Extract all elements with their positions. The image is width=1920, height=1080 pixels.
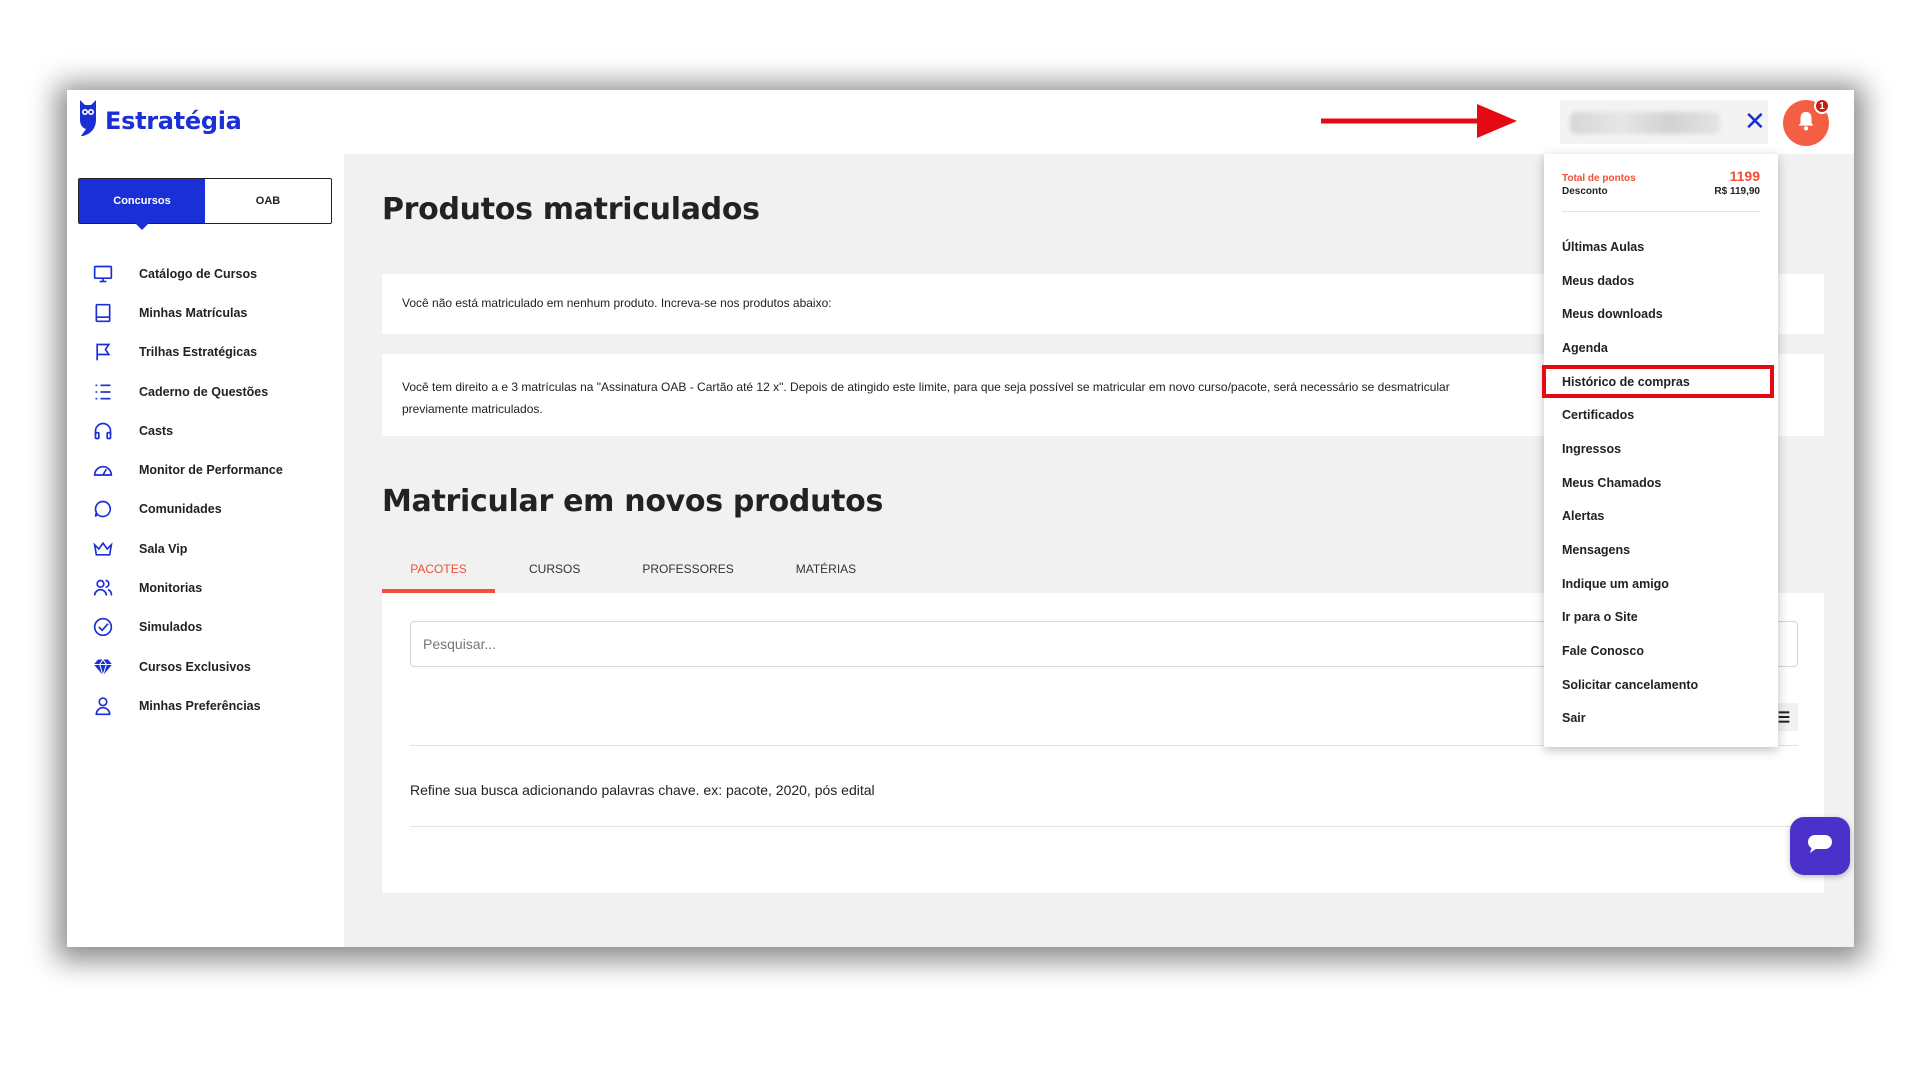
sidebar-item-label: Trilhas Estratégicas bbox=[139, 345, 258, 360]
sidebar: Concursos OAB Catálogo de Cursos Minhas … bbox=[67, 154, 344, 947]
sidebar-item-label: Cursos Exclusivos bbox=[139, 659, 251, 674]
menu-item-sair[interactable]: Sair bbox=[1544, 702, 1778, 736]
sidebar-item-label: Monitorias bbox=[139, 581, 203, 596]
sidebar-item-label: Casts bbox=[139, 423, 174, 438]
product-tabs: PACOTES CURSOS PROFESSORES MATÉRIAS bbox=[382, 549, 890, 593]
page-title: Produtos matriculados bbox=[382, 192, 760, 227]
crown-icon bbox=[91, 537, 115, 561]
menu-item-indique-um-amigo[interactable]: Indique um amigo bbox=[1544, 567, 1778, 601]
segment-concursos[interactable]: Concursos bbox=[79, 179, 205, 230]
logo-text: Estratégia bbox=[105, 106, 242, 135]
dropdown-items: Últimas Aulas Meus dados Meus downloads … bbox=[1542, 230, 1778, 736]
menu-item-certificados[interactable]: Certificados bbox=[1544, 398, 1778, 432]
sidebar-item-label: Comunidades bbox=[139, 502, 222, 517]
sidebar-item-catalogo[interactable]: Catálogo de Cursos bbox=[91, 254, 283, 293]
check-circle-icon bbox=[91, 615, 115, 639]
list-icon bbox=[91, 380, 115, 404]
sidebar-item-monitorias[interactable]: Monitorias bbox=[91, 568, 283, 607]
sidebar-item-simulados[interactable]: Simulados bbox=[91, 608, 283, 647]
sidebar-nav: Catálogo de Cursos Minhas Matrículas Tri… bbox=[91, 254, 283, 726]
menu-item-historico-de-compras[interactable]: Histórico de compras bbox=[1542, 364, 1774, 399]
bell-icon bbox=[1795, 110, 1817, 137]
points-label: Total de pontos bbox=[1562, 173, 1636, 184]
headphones-icon bbox=[91, 419, 115, 443]
annotation-arrow-icon bbox=[1319, 100, 1519, 147]
sidebar-item-label: Simulados bbox=[139, 620, 203, 635]
menu-item-ingressos[interactable]: Ingressos bbox=[1544, 432, 1778, 466]
book-icon bbox=[91, 301, 115, 325]
sidebar-item-label: Monitor de Performance bbox=[139, 463, 283, 478]
menu-item-meus-dados[interactable]: Meus dados bbox=[1544, 264, 1778, 298]
menu-item-ultimas-aulas[interactable]: Últimas Aulas bbox=[1544, 230, 1778, 264]
flag-icon bbox=[91, 340, 115, 364]
diamond-icon bbox=[91, 655, 115, 679]
sidebar-item-label: Caderno de Questões bbox=[139, 384, 269, 399]
app-window: Estratégia ✕ 1 Concursos OAB Catálogo de… bbox=[67, 90, 1854, 947]
sidebar-item-monitor[interactable]: Monitor de Performance bbox=[91, 450, 283, 489]
user-icon bbox=[91, 694, 115, 718]
sidebar-item-caderno[interactable]: Caderno de Questões bbox=[91, 372, 283, 411]
notification-badge: 1 bbox=[1814, 98, 1830, 114]
users-icon bbox=[91, 576, 115, 600]
user-dropdown-menu: Total de pontos 1199 Desconto R$ 119,90 … bbox=[1542, 154, 1778, 747]
sidebar-item-matriculas[interactable]: Minhas Matrículas bbox=[91, 293, 283, 332]
menu-item-ir-para-o-site[interactable]: Ir para o Site bbox=[1544, 601, 1778, 635]
section-title: Matricular em novos produtos bbox=[382, 484, 884, 519]
menu-item-meus-chamados[interactable]: Meus Chamados bbox=[1544, 466, 1778, 500]
segment-oab[interactable]: OAB bbox=[205, 179, 331, 223]
logo[interactable]: Estratégia bbox=[77, 98, 242, 143]
notice-text: Você não está matriculado em nenhum prod… bbox=[402, 296, 832, 310]
sidebar-item-comunidades[interactable]: Comunidades bbox=[91, 490, 283, 529]
sidebar-item-sala-vip[interactable]: Sala Vip bbox=[91, 529, 283, 568]
discount-value: R$ 119,90 bbox=[1714, 186, 1760, 197]
sidebar-item-exclusivos[interactable]: Cursos Exclusivos bbox=[91, 647, 283, 686]
menu-item-solicitar-cancelamento[interactable]: Solicitar cancelamento bbox=[1544, 668, 1778, 702]
notifications-button[interactable]: 1 bbox=[1783, 98, 1830, 146]
chat-icon bbox=[1806, 832, 1834, 861]
sidebar-item-label: Catálogo de Cursos bbox=[139, 266, 258, 281]
close-icon[interactable]: ✕ bbox=[1744, 108, 1766, 134]
menu-item-alertas[interactable]: Alertas bbox=[1544, 500, 1778, 534]
discount-label: Desconto bbox=[1562, 186, 1608, 197]
menu-item-agenda[interactable]: Agenda bbox=[1544, 331, 1778, 365]
search-hint: Refine sua busca adicionando palavras ch… bbox=[410, 782, 875, 798]
sidebar-item-casts[interactable]: Casts bbox=[91, 411, 283, 450]
points-summary: Total de pontos 1199 Desconto R$ 119,90 bbox=[1562, 168, 1760, 212]
divider bbox=[410, 826, 1798, 827]
tab-cursos[interactable]: CURSOS bbox=[501, 549, 608, 589]
menu-item-meus-downloads[interactable]: Meus downloads bbox=[1544, 297, 1778, 331]
owl-logo-icon bbox=[77, 98, 99, 143]
segment-switch: Concursos OAB bbox=[78, 178, 332, 230]
blurred-username bbox=[1570, 112, 1720, 134]
menu-item-mensagens[interactable]: Mensagens bbox=[1544, 533, 1778, 567]
top-header: Estratégia ✕ 1 bbox=[67, 90, 1854, 154]
menu-item-fale-conosco[interactable]: Fale Conosco bbox=[1544, 634, 1778, 668]
sidebar-item-trilhas[interactable]: Trilhas Estratégicas bbox=[91, 333, 283, 372]
tab-professores[interactable]: PROFESSORES bbox=[614, 549, 761, 589]
tab-pacotes[interactable]: PACOTES bbox=[382, 549, 495, 593]
points-value: 1199 bbox=[1729, 168, 1760, 184]
monitor-icon bbox=[91, 262, 115, 286]
sidebar-item-preferencias[interactable]: Minhas Preferências bbox=[91, 686, 283, 725]
sidebar-item-label: Sala Vip bbox=[139, 541, 188, 556]
gauge-icon bbox=[91, 458, 115, 482]
user-menu-toggle[interactable]: ✕ bbox=[1560, 100, 1768, 144]
chat-button[interactable] bbox=[1790, 817, 1850, 875]
sidebar-item-label: Minhas Matrículas bbox=[139, 305, 248, 320]
sidebar-item-label: Minhas Preferências bbox=[139, 698, 261, 713]
chat-bubble-icon bbox=[91, 497, 115, 521]
tab-materias[interactable]: MATÉRIAS bbox=[768, 549, 884, 589]
